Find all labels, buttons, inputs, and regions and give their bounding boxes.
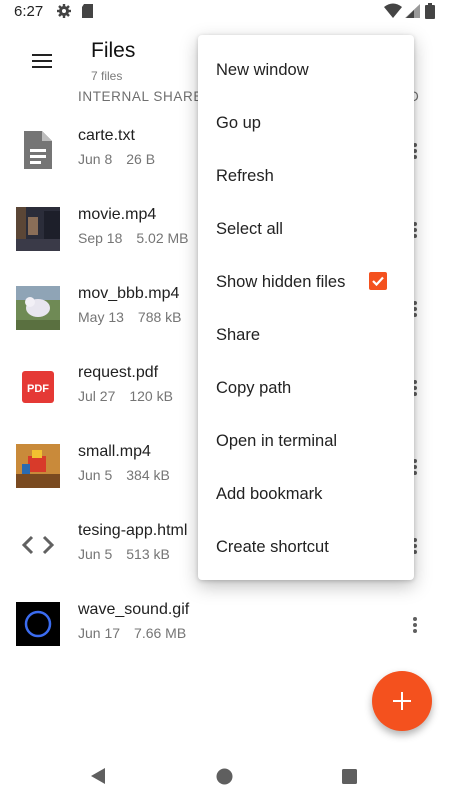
file-name: tesing-app.html — [78, 522, 188, 539]
file-count: 7 files — [91, 69, 123, 83]
gear-icon — [56, 3, 72, 24]
file-size: 513 kB — [126, 546, 170, 562]
menu-item-label: Open in terminal — [216, 432, 338, 450]
add-fab-button[interactable] — [372, 671, 432, 731]
file-date: Jun 8 — [78, 151, 113, 167]
menu-item-open-in-terminal[interactable]: Open in terminal — [198, 415, 414, 468]
menu-item-new-window[interactable]: New window — [198, 44, 414, 97]
signal-icon — [404, 3, 420, 24]
breadcrumb[interactable]: INTERNAL SHARE — [78, 89, 203, 104]
menu-item-label: Share — [216, 326, 261, 344]
show-hidden-files-checkbox[interactable] — [369, 272, 387, 290]
wifi-icon — [384, 3, 402, 24]
file-name: carte.txt — [78, 127, 135, 144]
check-icon — [372, 276, 384, 287]
menu-item-go-up[interactable]: Go up — [198, 97, 414, 150]
menu-item-show-hidden-files[interactable]: Show hidden files — [198, 256, 414, 309]
menu-item-label: Add bookmark — [216, 485, 323, 503]
file-date: Sep 18 — [78, 230, 123, 246]
sd-card-icon — [81, 3, 94, 24]
menu-item-select-all[interactable]: Select all — [198, 203, 414, 256]
menu-item-share[interactable]: Share — [198, 309, 414, 362]
status-time: 6:27 — [14, 3, 44, 20]
svg-text:PDF: PDF — [27, 383, 49, 395]
menu-item-copy-path[interactable]: Copy path — [198, 362, 414, 415]
battery-icon — [425, 3, 435, 24]
menu-item-label: Select all — [216, 220, 283, 238]
file-size: 26 B — [126, 151, 156, 167]
menu-item-create-shortcut[interactable]: Create shortcut — [198, 521, 414, 574]
file-meta: Jun 8 26 B — [78, 151, 155, 167]
menu-item-add-bookmark[interactable]: Add bookmark — [198, 468, 414, 521]
menu-item-label: Show hidden files — [216, 273, 346, 291]
list-item[interactable]: wave_sound.gif Jun 17 7.66 MB — [0, 586, 450, 665]
file-size: 384 kB — [126, 467, 170, 483]
file-meta: Jun 5 384 kB — [78, 467, 170, 483]
video-thumbnail — [16, 286, 60, 330]
file-size: 7.66 MB — [134, 625, 187, 641]
file-size: 5.02 MB — [136, 230, 189, 246]
file-date: May 13 — [78, 309, 124, 325]
overflow-menu: New window Go up Refresh Select all Show… — [198, 35, 414, 580]
file-name: mov_bbb.mp4 — [78, 285, 180, 302]
file-meta: May 13 788 kB — [78, 309, 182, 325]
video-thumbnail — [16, 444, 60, 488]
file-name: small.mp4 — [78, 443, 151, 460]
file-meta: Jul 27 120 kB — [78, 388, 173, 404]
menu-item-label: Create shortcut — [216, 538, 329, 556]
menu-item-label: New window — [216, 61, 309, 79]
video-thumbnail — [16, 207, 60, 251]
back-icon[interactable] — [89, 767, 107, 790]
menu-item-label: Copy path — [216, 379, 292, 397]
file-size: 120 kB — [129, 388, 173, 404]
plus-icon — [393, 692, 411, 710]
file-meta: Sep 18 5.02 MB — [78, 230, 189, 246]
file-meta: Jun 5 513 kB — [78, 546, 170, 562]
file-date: Jun 5 — [78, 467, 113, 483]
pdf-icon: PDF — [16, 365, 60, 409]
more-vert-icon[interactable] — [404, 608, 426, 642]
menu-item-refresh[interactable]: Refresh — [198, 150, 414, 203]
text-file-icon — [16, 128, 60, 172]
code-icon — [16, 523, 60, 567]
gif-thumbnail — [16, 602, 60, 646]
file-name: wave_sound.gif — [78, 601, 190, 618]
file-date: Jun 5 — [78, 546, 113, 562]
file-meta: Jun 17 7.66 MB — [78, 625, 186, 641]
recents-icon[interactable] — [342, 769, 357, 789]
file-name: request.pdf — [78, 364, 159, 381]
page-title: Files — [91, 39, 136, 62]
status-bar: 6:27 — [0, 0, 450, 24]
file-name: movie.mp4 — [78, 206, 157, 223]
file-date: Jul 27 — [78, 388, 116, 404]
menu-item-label: Refresh — [216, 167, 274, 185]
menu-item-label: Go up — [216, 114, 261, 132]
hamburger-menu-icon[interactable] — [20, 38, 60, 78]
file-date: Jun 17 — [78, 625, 121, 641]
file-size: 788 kB — [137, 309, 182, 325]
home-icon[interactable] — [216, 768, 233, 790]
system-nav-bar — [0, 748, 450, 800]
